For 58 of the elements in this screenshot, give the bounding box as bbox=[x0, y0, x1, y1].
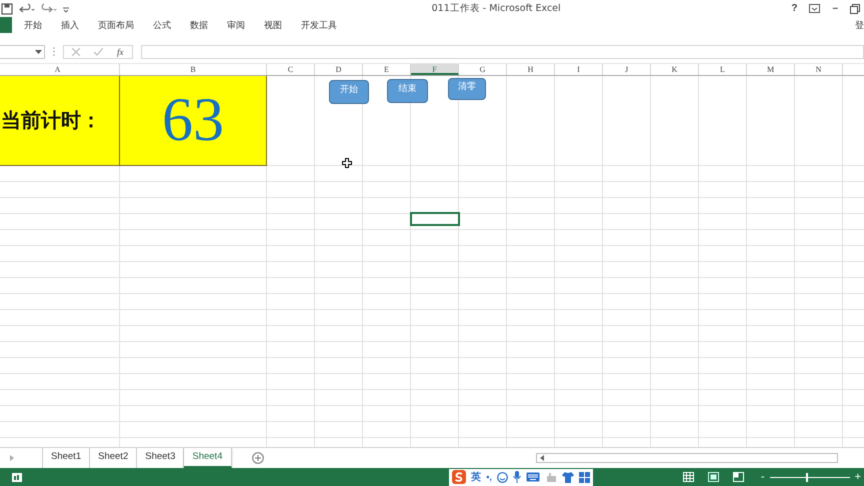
horizontal-scrollbar[interactable] bbox=[536, 453, 838, 463]
column-header[interactable]: I bbox=[555, 64, 603, 75]
zoom-in-button[interactable]: + bbox=[854, 471, 861, 483]
ribbon-tab[interactable]: 视图 bbox=[264, 18, 282, 32]
name-box[interactable] bbox=[0, 44, 45, 58]
ribbon-options-icon[interactable] bbox=[809, 4, 820, 13]
dropdown-icon[interactable] bbox=[35, 50, 42, 54]
formula-input[interactable] bbox=[141, 44, 864, 58]
column-header[interactable]: C bbox=[267, 64, 315, 75]
insert-function-button[interactable]: fx bbox=[117, 46, 124, 56]
grid-icon[interactable] bbox=[578, 472, 590, 482]
timer-label: 当前计时： bbox=[0, 76, 120, 166]
column-header[interactable]: M bbox=[747, 64, 795, 75]
column-header[interactable]: A bbox=[0, 64, 120, 75]
column-header[interactable]: D bbox=[315, 64, 363, 75]
ime-logo-icon[interactable] bbox=[452, 470, 466, 484]
undo-icon[interactable] bbox=[19, 2, 35, 14]
ribbon-tab[interactable]: 审阅 bbox=[227, 18, 245, 32]
column-header[interactable]: J bbox=[603, 64, 651, 75]
window-title: 011工作表 - Microsoft Excel bbox=[430, 2, 562, 15]
ribbon-tab[interactable]: 插入 bbox=[61, 18, 79, 32]
normal-view-icon[interactable] bbox=[682, 472, 694, 482]
column-header[interactable]: N bbox=[795, 64, 843, 75]
ime-mode[interactable]: 英 bbox=[471, 470, 482, 484]
keyboard-icon[interactable] bbox=[526, 472, 540, 482]
zoom-slider-thumb[interactable] bbox=[806, 472, 808, 482]
ribbon-tab[interactable]: 开发工具 bbox=[301, 18, 337, 32]
page-break-icon[interactable] bbox=[732, 472, 744, 482]
add-sheet-icon[interactable] bbox=[252, 452, 264, 464]
column-header[interactable]: H bbox=[507, 64, 555, 75]
login-link[interactable]: 登 bbox=[855, 18, 864, 32]
active-cell[interactable] bbox=[410, 212, 460, 226]
column-header[interactable]: L bbox=[699, 64, 747, 75]
sheet-tab[interactable]: Sheet4 bbox=[184, 448, 232, 468]
column-header[interactable]: K bbox=[651, 64, 699, 75]
cursor-icon bbox=[342, 158, 352, 168]
column-header[interactable]: B bbox=[120, 64, 267, 75]
column-header[interactable]: F bbox=[411, 64, 459, 75]
macro-record-icon[interactable] bbox=[12, 472, 22, 482]
help-button[interactable]: ? bbox=[791, 3, 798, 14]
page-layout-icon[interactable] bbox=[708, 472, 719, 482]
restore-icon[interactable] bbox=[850, 4, 860, 14]
ime-punctuation[interactable]: •, bbox=[486, 472, 492, 482]
ribbon-tab[interactable]: 页面布局 bbox=[98, 18, 134, 32]
redo-icon[interactable] bbox=[41, 2, 57, 14]
smiley-icon[interactable] bbox=[496, 472, 508, 482]
timer-value: 63 bbox=[120, 76, 267, 166]
ribbon-tab[interactable]: 公式 bbox=[153, 18, 171, 32]
ribbon-tab[interactable]: 开始 bbox=[24, 18, 42, 32]
customize-icon[interactable] bbox=[63, 4, 69, 12]
zoom-out-button[interactable]: - bbox=[760, 471, 765, 483]
minimize-button[interactable]: – bbox=[832, 3, 838, 14]
microphone-icon[interactable] bbox=[512, 471, 521, 483]
column-header[interactable]: G bbox=[459, 64, 507, 75]
scroll-left-icon[interactable] bbox=[540, 455, 544, 461]
ribbon-tab[interactable]: 数据 bbox=[190, 18, 208, 32]
shirt-icon[interactable] bbox=[562, 472, 574, 482]
save-icon[interactable] bbox=[1, 2, 13, 14]
